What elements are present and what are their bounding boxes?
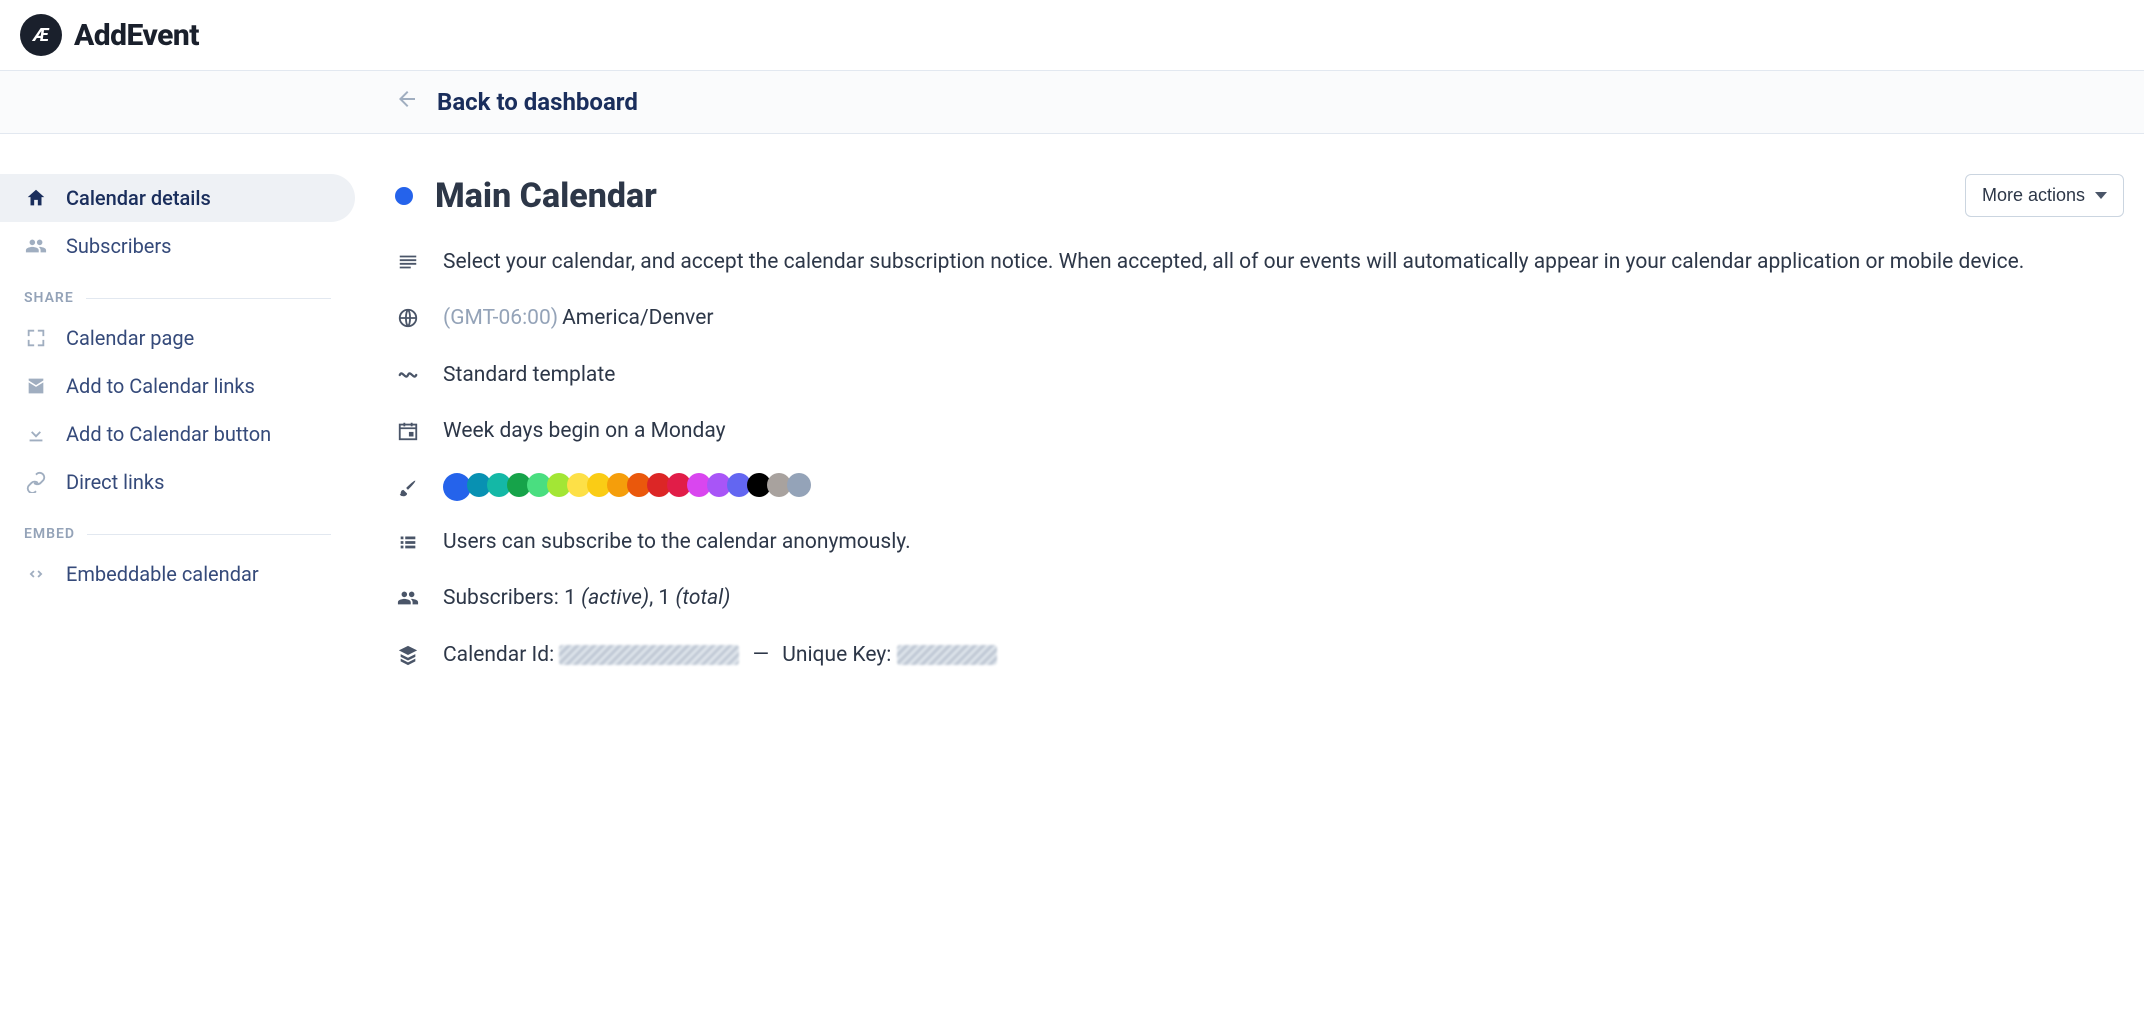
sidebar-item-direct-links[interactable]: Direct links — [0, 458, 355, 506]
brush-icon — [395, 475, 421, 501]
arrow-left-icon — [395, 87, 419, 117]
download-icon — [24, 422, 48, 446]
sidebar-item-label: Embeddable calendar — [66, 562, 259, 586]
sidebar-item-label: Add to Calendar links — [66, 374, 255, 398]
sidebar-section-embed: EMBED — [0, 506, 355, 550]
sidebar-item-calendar-page[interactable]: Calendar page — [0, 314, 355, 362]
unique-key-label: Unique Key: — [782, 643, 891, 667]
sidebar-item-label: Direct links — [66, 470, 164, 494]
main-content: Main Calendar More actions Select your c… — [355, 134, 2144, 736]
anonymity-row: Users can subscribe to the calendar anon… — [395, 527, 2124, 557]
page-title: Main Calendar — [435, 176, 1965, 216]
globe-icon — [395, 305, 421, 331]
more-actions-button[interactable]: More actions — [1965, 174, 2124, 217]
timezone-row: (GMT-06:00)America/Denver — [395, 303, 2124, 333]
logo-icon: Æ — [20, 14, 62, 56]
sidebar-item-subscribers[interactable]: Subscribers — [0, 222, 355, 270]
separator: — — [753, 643, 769, 667]
squiggle-icon — [395, 362, 421, 388]
sidebar-item-embeddable-calendar[interactable]: Embeddable calendar — [0, 550, 355, 598]
subscribers-row: Subscribers: 1 (active), 1 (total) — [395, 583, 2124, 613]
description-row: Select your calendar, and accept the cal… — [395, 247, 2124, 277]
description-text: Select your calendar, and accept the cal… — [443, 247, 2024, 277]
layers-icon — [395, 642, 421, 668]
weekstart-row: Week days begin on a Monday — [395, 416, 2124, 446]
people-icon — [395, 585, 421, 611]
sidebar: Calendar details Subscribers SHARE Calen… — [0, 134, 355, 736]
unique-key-value-redacted — [897, 645, 997, 665]
subscribers-total-suffix: (total) — [675, 586, 730, 610]
sidebar-item-add-to-calendar-button[interactable]: Add to Calendar button — [0, 410, 355, 458]
template-row: Standard template — [395, 360, 2124, 390]
caret-down-icon — [2095, 192, 2107, 199]
subscribers-active-count: 1 — [564, 586, 576, 610]
subscribers-total-count: 1 — [658, 586, 670, 610]
sidebar-item-label: Calendar details — [66, 186, 211, 210]
link-icon — [24, 470, 48, 494]
back-label: Back to dashboard — [437, 88, 638, 116]
list-icon — [395, 529, 421, 555]
sidebar-item-calendar-details[interactable]: Calendar details — [0, 174, 355, 222]
subscribers-label: Subscribers: — [443, 586, 559, 610]
home-icon — [24, 186, 48, 210]
expand-icon — [24, 326, 48, 350]
calendar-color-dot — [395, 187, 413, 205]
weekstart-text: Week days begin on a Monday — [443, 416, 726, 446]
back-bar[interactable]: Back to dashboard — [0, 71, 2144, 134]
people-icon — [24, 234, 48, 258]
header: Æ AddEvent — [0, 0, 2144, 71]
sidebar-item-label: Add to Calendar button — [66, 422, 271, 446]
color-swatch[interactable] — [787, 473, 811, 497]
calendar-id-value-redacted — [559, 645, 739, 665]
calendar-icon — [395, 418, 421, 444]
calendar-id-row: Calendar Id: — Unique Key: — [395, 640, 2124, 670]
subscribers-active-suffix: (active) — [581, 586, 649, 610]
notes-icon — [395, 249, 421, 275]
sidebar-item-label: Calendar page — [66, 326, 194, 350]
color-palette — [443, 473, 811, 501]
palette-row — [395, 473, 2124, 501]
sidebar-section-share: SHARE — [0, 270, 355, 314]
anonymity-text: Users can subscribe to the calendar anon… — [443, 527, 911, 557]
timezone-offset: (GMT-06:00) — [443, 306, 558, 330]
sidebar-item-add-to-calendar-links[interactable]: Add to Calendar links — [0, 362, 355, 410]
timezone-name: America/Denver — [562, 306, 713, 330]
brand-name: AddEvent — [74, 18, 199, 53]
sidebar-item-label: Subscribers — [66, 234, 172, 258]
code-icon — [24, 562, 48, 586]
calendar-id-label: Calendar Id: — [443, 643, 554, 667]
envelope-icon — [24, 374, 48, 398]
template-text: Standard template — [443, 360, 615, 390]
